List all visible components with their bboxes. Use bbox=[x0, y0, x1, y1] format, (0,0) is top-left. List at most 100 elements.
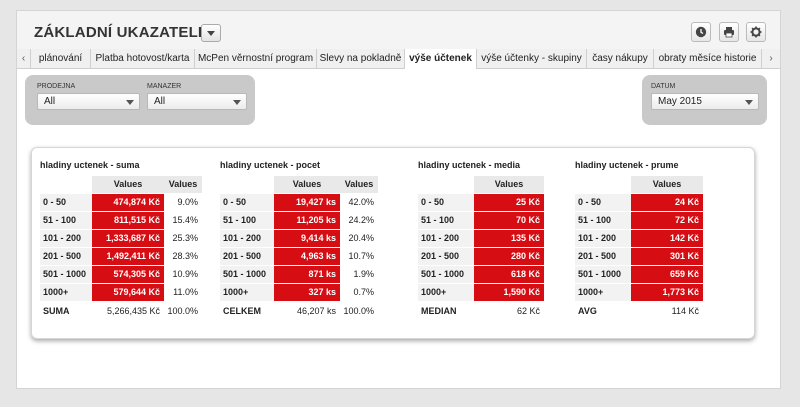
table-title: hladiny uctenek - pocet bbox=[220, 160, 321, 170]
tabs-scroll-left[interactable]: ‹ bbox=[17, 49, 31, 68]
history-button[interactable] bbox=[691, 22, 711, 42]
column-header: Values bbox=[92, 176, 164, 193]
datum-select[interactable]: May 2015 bbox=[651, 93, 759, 110]
table-title: hladiny uctenek - suma bbox=[40, 160, 140, 170]
row-label: 501 - 1000 bbox=[220, 266, 274, 283]
row-label: 501 - 1000 bbox=[40, 266, 92, 283]
tab-vyse-skupiny[interactable]: výše účtenky - skupiny bbox=[477, 49, 587, 68]
row-label: 201 - 500 bbox=[418, 248, 474, 265]
table-suma: hladiny uctenek - suma Values Values 0 -… bbox=[40, 160, 220, 330]
chevron-right-icon: › bbox=[769, 53, 773, 64]
tab-platba[interactable]: Platba hotovost/karta bbox=[91, 49, 195, 68]
filter-panel-right: DATUM May 2015 bbox=[642, 75, 767, 125]
column-header: Values bbox=[164, 176, 202, 193]
table-average: hladiny uctenek - prume Values 0 - 50 24… bbox=[575, 160, 705, 330]
total-label: SUMA bbox=[43, 306, 70, 316]
row-label: 101 - 200 bbox=[220, 230, 274, 247]
tab-planovani[interactable]: plánování bbox=[31, 49, 91, 68]
tables-card: hladiny uctenek - suma Values Values 0 -… bbox=[31, 147, 755, 339]
row-percent: 24.2% bbox=[348, 215, 374, 225]
row-value: 618 Kč bbox=[474, 266, 544, 283]
row-value: 811,515 Kč bbox=[92, 212, 164, 229]
row-value: 9,414 ks bbox=[274, 230, 340, 247]
row-label: 0 - 50 bbox=[40, 194, 92, 211]
row-percent: 25.3% bbox=[172, 233, 198, 243]
table-title: hladiny uctenek - prume bbox=[575, 160, 679, 170]
row-label: 0 - 50 bbox=[575, 194, 631, 211]
manazer-label: MANAZER bbox=[147, 83, 182, 90]
row-percent: 10.7% bbox=[348, 251, 374, 261]
tab-slevy[interactable]: Slevy na pokladně bbox=[317, 49, 405, 68]
row-percent: 0.7% bbox=[353, 287, 374, 297]
manazer-value: All bbox=[154, 96, 166, 107]
row-label: 101 - 200 bbox=[418, 230, 474, 247]
chevron-down-icon bbox=[745, 100, 753, 105]
row-value: 135 Kč bbox=[474, 230, 544, 247]
row-value: 1,590 Kč bbox=[474, 284, 544, 301]
chevron-down-icon bbox=[126, 100, 134, 105]
prodejna-value: All bbox=[44, 96, 56, 107]
print-button[interactable] bbox=[719, 22, 739, 42]
table-title: hladiny uctenek - media bbox=[418, 160, 521, 170]
row-value: 659 Kč bbox=[631, 266, 703, 283]
row-value: 474,874 Kč bbox=[92, 194, 164, 211]
tab-mcpen[interactable]: McPen věrnostní program bbox=[195, 49, 317, 68]
prodejna-select[interactable]: All bbox=[37, 93, 140, 110]
row-percent: 20.4% bbox=[348, 233, 374, 243]
column-header: Values bbox=[631, 176, 703, 193]
chevron-down-icon bbox=[233, 100, 241, 105]
dashboard-frame: ZÁKLADNÍ UKAZATELE ‹ plánování Platba ho… bbox=[16, 10, 781, 389]
column-header: Values bbox=[474, 176, 544, 193]
total-value: 5,266,435 Kč bbox=[106, 306, 160, 316]
row-value: 25 Kč bbox=[474, 194, 544, 211]
settings-button[interactable] bbox=[746, 22, 766, 42]
row-label: 1000+ bbox=[418, 284, 474, 301]
filter-panel-left: PRODEJNA All MANAZER All bbox=[25, 75, 255, 125]
row-label: 201 - 500 bbox=[40, 248, 92, 265]
title-dropdown-button[interactable] bbox=[201, 24, 221, 42]
clock-icon bbox=[695, 26, 707, 38]
row-value: 301 Kč bbox=[631, 248, 703, 265]
gear-icon bbox=[750, 26, 762, 38]
row-percent: 1.9% bbox=[353, 269, 374, 279]
tab-casy-nakupy[interactable]: časy nákupy bbox=[587, 49, 654, 68]
row-label: 1000+ bbox=[575, 284, 631, 301]
column-header: Values bbox=[274, 176, 340, 193]
row-label: 201 - 500 bbox=[220, 248, 274, 265]
datum-label: DATUM bbox=[651, 83, 676, 90]
prodejna-label: PRODEJNA bbox=[37, 83, 76, 90]
row-value: 4,963 ks bbox=[274, 248, 340, 265]
column-header: Values bbox=[340, 176, 378, 193]
tab-bar: ‹ plánování Platba hotovost/karta McPen … bbox=[17, 49, 780, 69]
tab-vyse-uctenek[interactable]: výše účtenek bbox=[405, 49, 477, 69]
row-label: 201 - 500 bbox=[575, 248, 631, 265]
total-value: 62 Kč bbox=[516, 306, 540, 316]
row-label: 1000+ bbox=[220, 284, 274, 301]
row-label: 501 - 1000 bbox=[575, 266, 631, 283]
total-label: MEDIAN bbox=[421, 306, 457, 316]
row-label: 101 - 200 bbox=[575, 230, 631, 247]
row-value: 24 Kč bbox=[631, 194, 703, 211]
total-label: CELKEM bbox=[223, 306, 261, 316]
row-value: 574,305 Kč bbox=[92, 266, 164, 283]
total-value: 46,207 ks bbox=[296, 306, 336, 316]
row-percent: 9.0% bbox=[177, 197, 198, 207]
row-value: 11,205 ks bbox=[274, 212, 340, 229]
row-value: 70 Kč bbox=[474, 212, 544, 229]
tab-obraty[interactable]: obraty měsíce historie bbox=[654, 49, 762, 68]
row-value: 327 ks bbox=[274, 284, 340, 301]
row-percent: 15.4% bbox=[172, 215, 198, 225]
total-percent: 100.0% bbox=[343, 306, 374, 316]
row-value: 142 Kč bbox=[631, 230, 703, 247]
row-value: 1,333,687 Kč bbox=[92, 230, 164, 247]
row-value: 1,492,411 Kč bbox=[92, 248, 164, 265]
row-value: 871 ks bbox=[274, 266, 340, 283]
manazer-select[interactable]: All bbox=[147, 93, 247, 110]
total-value: 114 Kč bbox=[671, 306, 699, 316]
tabs-scroll-right[interactable]: › bbox=[762, 49, 780, 68]
row-value: 19,427 ks bbox=[274, 194, 340, 211]
datum-value: May 2015 bbox=[658, 96, 702, 107]
total-percent: 100.0% bbox=[167, 306, 198, 316]
table-median: hladiny uctenek - media Values 0 - 50 25… bbox=[418, 160, 548, 330]
row-value: 280 Kč bbox=[474, 248, 544, 265]
